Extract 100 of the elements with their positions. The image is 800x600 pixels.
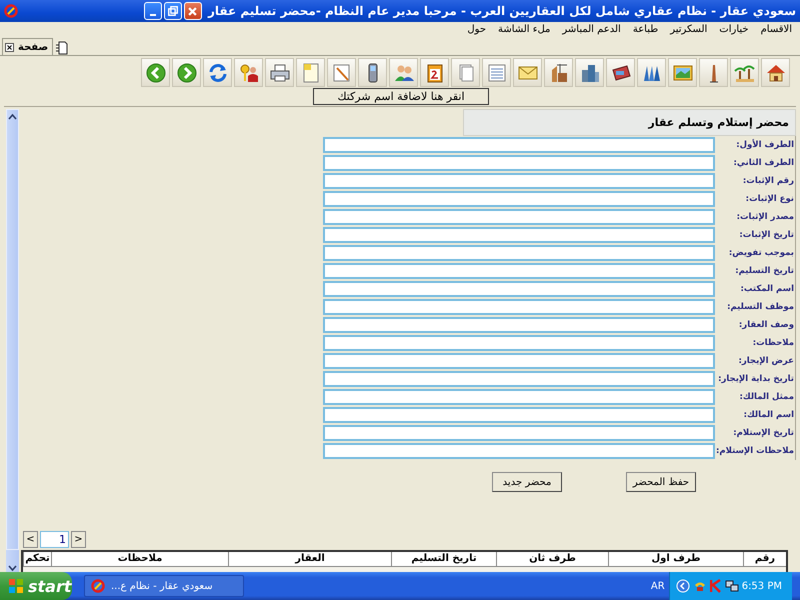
field-label: اسم المكتب: — [739, 284, 795, 294]
card-button[interactable] — [606, 58, 635, 87]
input-field[interactable] — [323, 407, 715, 423]
windows-logo-icon — [8, 578, 24, 594]
forward-icon — [176, 62, 198, 84]
refresh-icon — [206, 62, 228, 84]
input-field[interactable] — [323, 245, 715, 261]
refresh-button[interactable] — [203, 58, 232, 87]
tower-button[interactable] — [699, 58, 728, 87]
field-label: عرض الإيجار: — [737, 356, 795, 366]
input-field[interactable] — [323, 425, 715, 441]
input-field[interactable] — [323, 227, 715, 243]
vertical-scrollbar[interactable] — [6, 109, 19, 550]
back-icon — [144, 62, 166, 84]
field-label: وصف العقار: — [738, 320, 795, 330]
field-label: بموجب تفويض: — [728, 248, 795, 258]
mobile-phone-button[interactable] — [358, 58, 387, 87]
users-button[interactable] — [389, 58, 418, 87]
field-label: اسم المالك: — [742, 410, 795, 420]
app-icon[interactable] — [4, 4, 18, 18]
close-icon[interactable] — [5, 42, 14, 52]
envelope-button[interactable] — [513, 58, 542, 87]
page-number-field[interactable]: 1 — [40, 531, 69, 548]
house-button[interactable] — [761, 58, 790, 87]
books-button[interactable] — [637, 58, 666, 87]
app-icon — [91, 579, 105, 593]
menu-item[interactable]: طباعة — [632, 24, 658, 35]
minimize-icon — [150, 14, 156, 16]
list-button[interactable] — [482, 58, 511, 87]
new-record-button[interactable]: محضر جديد — [492, 472, 562, 492]
input-field[interactable] — [323, 173, 715, 189]
field-label: الطرف الأول: — [735, 140, 795, 150]
input-field[interactable] — [323, 443, 715, 459]
field-label: رقم الإثبات: — [742, 176, 795, 186]
input-field[interactable] — [323, 191, 715, 207]
documents-button[interactable] — [451, 58, 480, 87]
printer-icon — [268, 62, 290, 84]
field-label: تاريخ الإستلام: — [732, 428, 795, 438]
landscape-button[interactable] — [668, 58, 697, 87]
menu-item[interactable]: الدعم المباشر — [562, 24, 621, 35]
back-button[interactable] — [141, 58, 170, 87]
input-field[interactable] — [323, 389, 715, 405]
field-label: مصدر الإثبات: — [736, 212, 795, 222]
form-title: محضر إستلام وتسلم عقار — [463, 109, 796, 136]
menu-item[interactable]: الاقسام — [760, 24, 792, 35]
minimize-button[interactable] — [144, 2, 162, 20]
window-title: سعودي عقار - نظام عقاري شامل لكل العقاريين العرب - مرحبا مدير عام النظام -محضر تسليم عقار — [208, 4, 796, 18]
key-user-icon — [238, 62, 260, 84]
forward-button[interactable] — [172, 58, 201, 87]
input-field[interactable] — [323, 371, 715, 387]
input-field[interactable] — [323, 317, 715, 333]
field-label: ملاحظات: — [752, 338, 795, 348]
restore-button[interactable] — [164, 2, 182, 20]
collapse-tray-icon[interactable] — [676, 579, 690, 593]
column-header: تحكم — [23, 552, 51, 566]
next-page-button[interactable]: > — [71, 531, 86, 548]
key-user-button[interactable] — [234, 58, 263, 87]
clock: 6:53 PM — [742, 580, 782, 592]
taskbar-window-button[interactable]: سعودي عقار - نظام ع... — [84, 575, 244, 597]
input-field[interactable] — [323, 281, 715, 297]
input-field[interactable] — [323, 299, 715, 315]
network-computers-icon[interactable] — [724, 579, 739, 593]
input-field[interactable] — [323, 155, 715, 171]
tab[interactable]: صفحة — [2, 38, 54, 55]
note-button[interactable] — [296, 58, 325, 87]
input-field[interactable] — [323, 353, 715, 369]
close-icon — [188, 6, 198, 16]
company-name-button[interactable]: انقر هنا لاضافة اسم شركتك — [313, 88, 489, 105]
input-field[interactable] — [323, 209, 715, 225]
palm-trees-button[interactable] — [730, 58, 759, 87]
field-label: ملاحظات الإستلام: — [716, 446, 795, 456]
scroll-down-icon[interactable] — [8, 564, 17, 572]
field-label: ممثل المالك: — [738, 392, 795, 402]
field-label: موظف التسليم: — [726, 302, 795, 312]
list-icon — [486, 62, 508, 84]
restore-icon — [168, 6, 178, 16]
new-page-icon[interactable] — [55, 41, 70, 55]
language-indicator[interactable]: AR — [650, 580, 665, 592]
menu-item[interactable]: خيارات — [719, 24, 749, 35]
office-buildings-button[interactable] — [575, 58, 604, 87]
printer-button[interactable] — [265, 58, 294, 87]
close-button[interactable] — [184, 2, 202, 20]
input-field[interactable] — [323, 335, 715, 351]
scroll-up-icon[interactable] — [8, 113, 17, 121]
edit-icon — [330, 62, 352, 84]
input-field[interactable] — [323, 137, 715, 153]
field-label: تاريخ الإثبات: — [738, 230, 795, 240]
menu-item[interactable]: حول — [467, 24, 486, 35]
previous-page-button[interactable]: < — [23, 531, 38, 548]
field-label: الطرف الثاني: — [732, 158, 795, 168]
input-field[interactable] — [323, 263, 715, 279]
menu-item[interactable]: ملء الشاشة — [498, 24, 550, 35]
start-button[interactable]: start — [0, 572, 72, 600]
menu-item[interactable]: السكرتير — [670, 24, 708, 35]
calendar-button[interactable] — [420, 58, 449, 87]
crane-building-button[interactable] — [544, 58, 573, 87]
save-button[interactable]: حفظ المحضر — [626, 472, 696, 492]
field-label: تاريخ التسليم: — [734, 266, 795, 276]
field-label: نوع الإثبات: — [744, 194, 795, 204]
field-label: تاريخ بداية الإيجار: — [717, 374, 795, 384]
